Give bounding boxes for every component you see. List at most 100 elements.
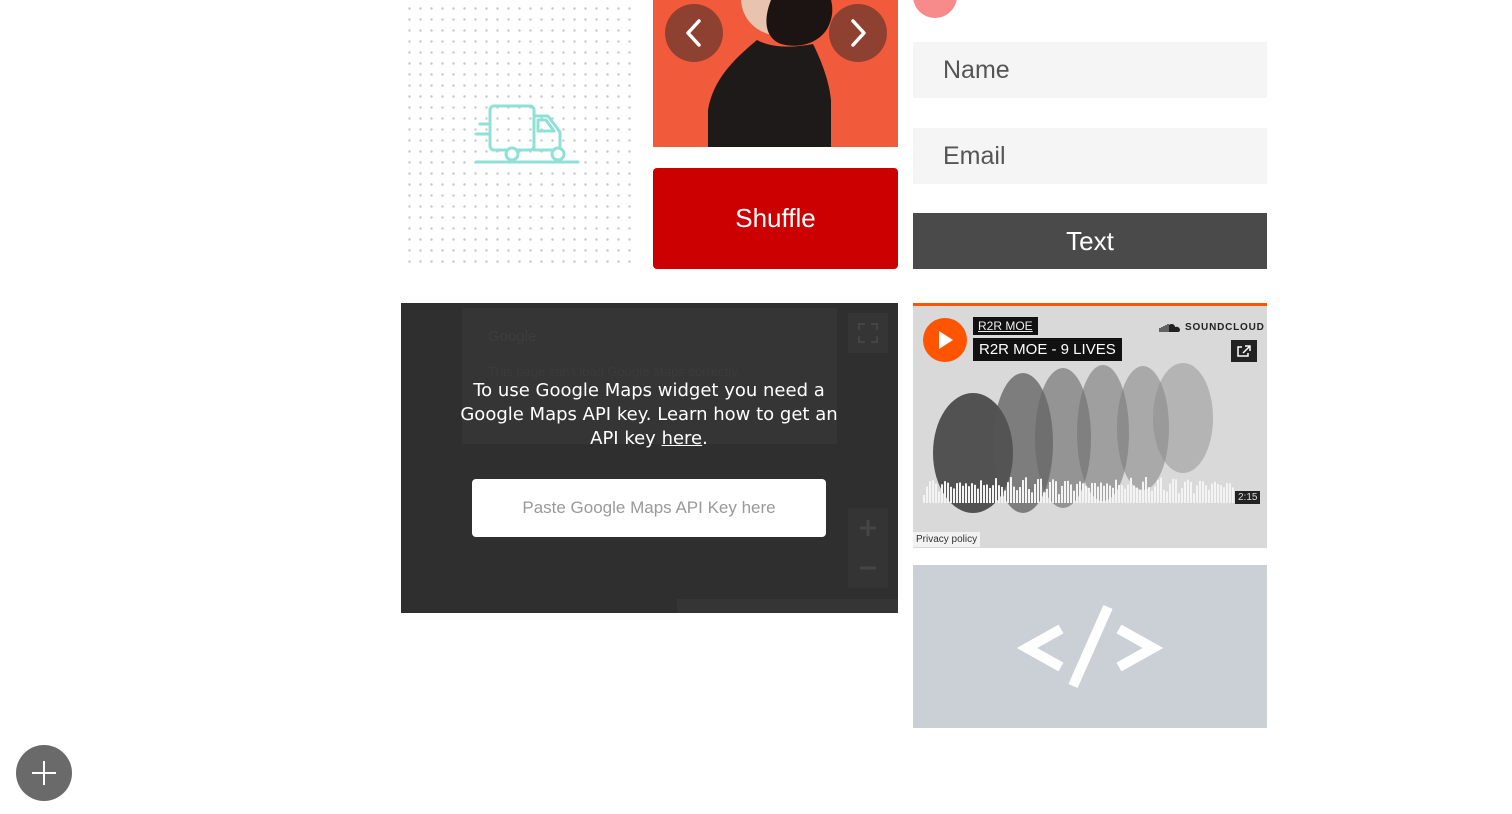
photo-slider[interactable]	[653, 0, 898, 147]
waveform-bar	[1040, 478, 1042, 503]
waveform-bar	[1022, 480, 1024, 503]
waveform-bar	[1202, 481, 1204, 503]
form-submit-button[interactable]: Text	[913, 213, 1267, 269]
waveform-bar	[1037, 479, 1039, 503]
waveform-bar	[1205, 485, 1207, 503]
name-field[interactable]: Name	[913, 42, 1267, 98]
waveform-bar	[1184, 481, 1186, 503]
slider-next-button[interactable]	[829, 4, 887, 62]
waveform-bar	[929, 481, 931, 503]
waveform-bar	[959, 482, 961, 503]
waveform-bar	[1196, 485, 1198, 503]
waveform-bar	[1031, 492, 1033, 503]
waveform-bar	[1193, 493, 1195, 503]
soundcloud-player: R2R MOE R2R MOE - 9 LIVES SOUNDCLOUD 2:1…	[913, 303, 1267, 548]
waveform-bar	[1151, 490, 1153, 503]
waveform-bar	[983, 485, 985, 503]
waveform-bar	[1223, 487, 1225, 503]
map-zoom-controls[interactable]	[848, 508, 888, 588]
slider-prev-button[interactable]	[665, 4, 723, 62]
privacy-policy-link[interactable]: Privacy policy	[913, 532, 981, 547]
waveform-bar	[974, 484, 976, 503]
waveform-bar	[1106, 483, 1108, 503]
waveform-bar	[1064, 481, 1066, 503]
waveform-bar	[1163, 489, 1165, 503]
soundcloud-artist-link[interactable]: R2R MOE	[973, 317, 1038, 335]
waveform-bar	[1232, 487, 1234, 503]
waveform-bar	[1139, 489, 1141, 503]
waveform-bar	[1115, 479, 1117, 503]
waveform-bar	[1004, 490, 1006, 503]
waveform-bar	[1166, 491, 1168, 503]
soundcloud-duration: 2:15	[1235, 491, 1261, 504]
waveform-bar	[971, 483, 973, 503]
waveform-bar	[1070, 484, 1072, 503]
waveform-bar	[1121, 485, 1123, 503]
map-message-suffix: .	[702, 428, 708, 449]
waveform-bar	[944, 481, 946, 503]
waveform-bar	[1100, 482, 1102, 503]
map-fullscreen-button[interactable]	[848, 313, 888, 353]
share-icon	[1237, 345, 1251, 357]
waveform-bar	[1049, 481, 1051, 503]
waveform-bar	[947, 482, 949, 503]
waveform-bar	[1154, 486, 1156, 503]
code-embed-widget[interactable]	[913, 565, 1267, 728]
play-icon	[939, 331, 953, 349]
waveform-bar	[1133, 485, 1135, 503]
waveform-bar	[1019, 487, 1021, 503]
google-maps-widget: Google This page can't load Google Maps …	[401, 303, 898, 613]
map-footer	[677, 599, 898, 613]
waveform-bar	[1103, 485, 1105, 503]
waveform-bar	[1226, 483, 1228, 503]
map-api-key-help-link[interactable]: here	[662, 428, 703, 449]
waveform-bar	[1178, 493, 1180, 503]
waveform-bar	[980, 480, 982, 503]
waveform-bar	[1058, 494, 1060, 503]
waveform-bar	[986, 484, 988, 503]
waveform-bar	[995, 478, 997, 503]
waveform-bar	[1214, 481, 1216, 503]
waveform-bar	[1124, 488, 1126, 503]
waveform-bar	[1172, 479, 1174, 503]
waveform-bar	[1169, 483, 1171, 503]
waveform-bar	[1109, 485, 1111, 503]
shuffle-button[interactable]: Shuffle	[653, 168, 898, 269]
waveform-bar	[1082, 483, 1084, 503]
waveform-bar	[1094, 482, 1096, 503]
soundcloud-cloud-icon	[1159, 323, 1180, 332]
waveform-bar	[1217, 484, 1219, 503]
waveform-bar	[1061, 485, 1063, 503]
waveform-bar	[992, 485, 994, 503]
api-key-input[interactable]: Paste Google Maps API Key here	[472, 479, 826, 537]
add-widget-button[interactable]	[16, 745, 72, 801]
waveform-bar	[989, 487, 991, 503]
email-field[interactable]: Email	[913, 128, 1267, 184]
soundcloud-logo[interactable]: SOUNDCLOUD	[1159, 322, 1265, 333]
soundcloud-accent-bar	[913, 303, 1267, 306]
waveform-bar	[1148, 487, 1150, 503]
waveform-bar	[968, 486, 970, 503]
waveform-bar	[977, 488, 979, 503]
waveform-bar	[1043, 492, 1045, 503]
soundcloud-play-button[interactable]	[923, 318, 967, 362]
chevron-left-icon	[686, 19, 701, 47]
waveform-bar	[1091, 483, 1093, 503]
zoom-icon	[860, 520, 876, 570]
waveform-bar	[1211, 483, 1213, 503]
soundcloud-track-title[interactable]: R2R MOE - 9 LIVES	[973, 338, 1122, 361]
waveform-bar	[935, 483, 937, 503]
waveform-bar	[950, 486, 952, 503]
waveform-bar	[1013, 486, 1015, 503]
waveform-bar	[1046, 488, 1048, 503]
map-error-text: This page can't load Google Maps correct…	[488, 364, 741, 379]
waveform-bar	[1190, 481, 1192, 503]
waveform-bar	[926, 486, 928, 503]
waveform-bar	[1073, 490, 1075, 503]
soundcloud-brand-text: SOUNDCLOUD	[1185, 322, 1265, 333]
waveform-bar	[1112, 487, 1114, 503]
waveform-bar	[1079, 481, 1081, 503]
waveform-bar	[1220, 485, 1222, 503]
waveform-bar	[1001, 486, 1003, 503]
soundcloud-share-button[interactable]	[1231, 340, 1257, 362]
